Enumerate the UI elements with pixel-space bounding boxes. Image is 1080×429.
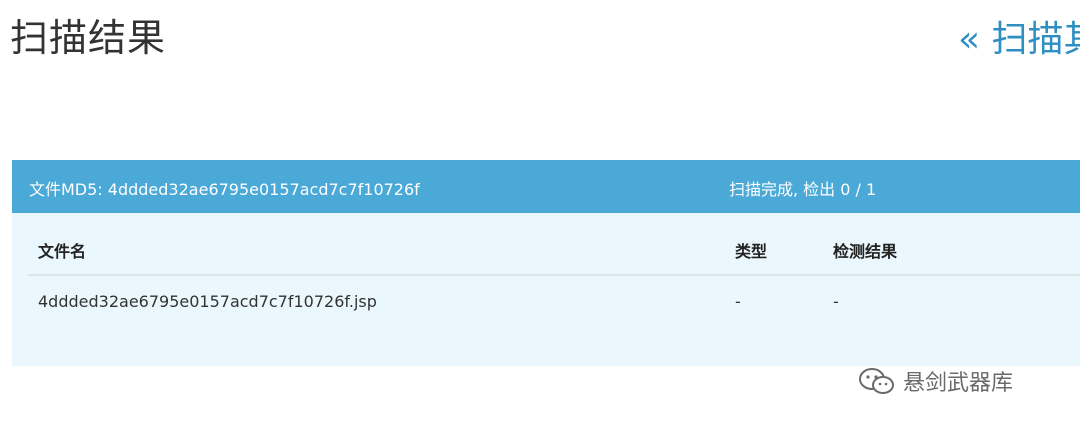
cell-type: - (735, 291, 741, 311)
scan-result-panel: 文件MD5: 4ddded32ae6795e0157acd7c7f10726f … (12, 160, 1080, 366)
back-link[interactable]: « 扫描其 (958, 14, 1080, 66)
column-header-filename: 文件名 (28, 226, 725, 276)
table-header-row: 文件名 类型 检测结果 (28, 226, 1080, 276)
file-md5-label: 文件MD5: 4ddded32ae6795e0157acd7c7f10726f (29, 180, 420, 199)
cell-filename: 4ddded32ae6795e0157acd7c7f10726f.jsp (38, 291, 377, 311)
result-table: 文件名 类型 检测结果 4ddded32ae6795e0157acd7c7f10… (28, 226, 1080, 326)
column-header-result: 检测结果 (823, 226, 1080, 276)
table-row: 4ddded32ae6795e0157acd7c7f10726f.jsp - - (28, 275, 1080, 326)
page: 扫描结果 « 扫描其 文件MD5: 4ddded32ae6795e0157acd… (0, 0, 1080, 429)
panel-header: 文件MD5: 4ddded32ae6795e0157acd7c7f10726f … (12, 160, 1080, 213)
column-header-type: 类型 (725, 226, 823, 276)
scan-status: 扫描完成, 检出 0 / 1 (729, 180, 877, 199)
wechat-icon (859, 368, 894, 394)
watermark-text: 悬剑武器库 (903, 371, 1014, 396)
watermark: 悬剑武器库 (857, 365, 1013, 397)
page-title: 扫描结果 (10, 16, 167, 60)
cell-result: - (833, 291, 839, 311)
